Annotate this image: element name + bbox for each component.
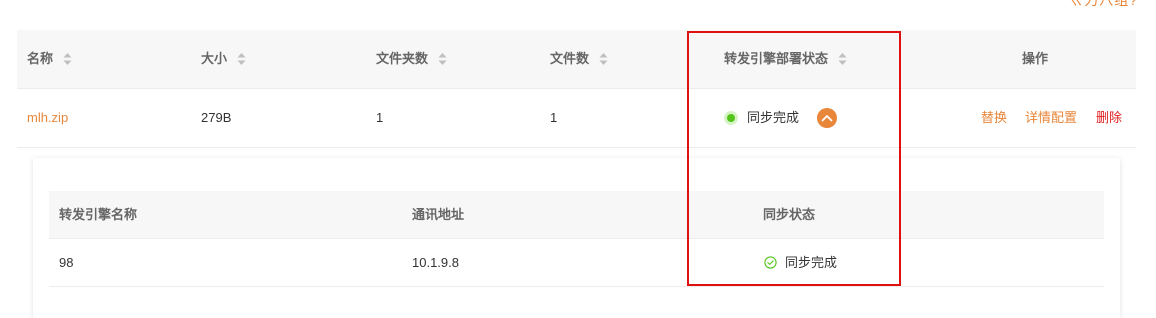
engine-name-link[interactable]: 98 xyxy=(59,239,73,286)
engine-address: 10.1.9.8 xyxy=(412,255,459,270)
sub-column-header-engine-name: 转发引擎名称 xyxy=(59,207,138,222)
status-dot-icon xyxy=(727,113,735,122)
collapse-toggle-button[interactable] xyxy=(816,107,837,128)
sub-column-header-sync-status: 同步状态 xyxy=(763,207,816,222)
sort-icon[interactable] xyxy=(838,52,847,65)
delete-button[interactable]: 删除 xyxy=(1096,89,1122,147)
column-header-actions: 操作 xyxy=(1022,30,1048,88)
file-size: 279B xyxy=(201,110,232,125)
sub-table-header: 转发引擎名称 通讯地址 同步状态 xyxy=(49,191,1104,239)
deploy-status-text: 同步完成 xyxy=(747,110,800,125)
main-table-header: 名称 大小 文件夹数 文件数 转发引擎部署状态 操作 xyxy=(17,30,1136,89)
column-header-engine-deploy-status[interactable]: 转发引擎部署状态 xyxy=(724,30,847,88)
sync-status-cell: 同步完成 xyxy=(764,239,837,286)
column-header-name[interactable]: 名称 xyxy=(27,30,72,88)
sub-column-header-address: 通讯地址 xyxy=(412,207,465,222)
sort-icon[interactable] xyxy=(599,52,608,65)
column-header-label: 名称 xyxy=(27,51,54,66)
sort-icon[interactable] xyxy=(63,52,72,65)
file-name-link[interactable]: mlh.zip xyxy=(27,89,68,147)
check-circle-icon xyxy=(764,256,777,269)
column-header-folder-count[interactable]: 文件夹数 xyxy=(376,30,447,88)
column-header-label: 文件夹数 xyxy=(376,51,429,66)
column-header-label: 文件数 xyxy=(550,51,590,66)
detail-config-button[interactable]: 详情配置 xyxy=(1025,89,1077,147)
sort-icon[interactable] xyxy=(237,52,246,65)
column-header-file-count[interactable]: 文件数 xyxy=(550,30,608,88)
replace-button[interactable]: 替换 xyxy=(981,89,1007,147)
expanded-engine-panel: 转发引擎名称 通讯地址 同步状态 98 10.1.9.8 同步完成 xyxy=(33,158,1120,318)
column-header-label: 操作 xyxy=(1022,51,1049,66)
sub-table-row: 98 10.1.9.8 同步完成 xyxy=(49,239,1104,287)
deploy-status-cell: 同步完成 xyxy=(727,89,837,147)
folder-count: 1 xyxy=(376,110,384,125)
column-header-size[interactable]: 大小 xyxy=(201,30,246,88)
corner-text-fragment: ㄍ力八组? xyxy=(1069,0,1138,8)
sort-icon[interactable] xyxy=(438,52,447,65)
chevron-up-icon xyxy=(821,114,833,121)
sync-status-text: 同步完成 xyxy=(785,255,838,270)
table-row: mlh.zip 279B 1 1 同步完成 替换 详情配置 删除 xyxy=(17,89,1136,148)
column-header-label: 转发引擎部署状态 xyxy=(724,51,829,66)
file-count: 1 xyxy=(550,110,558,125)
column-header-label: 大小 xyxy=(201,51,228,66)
